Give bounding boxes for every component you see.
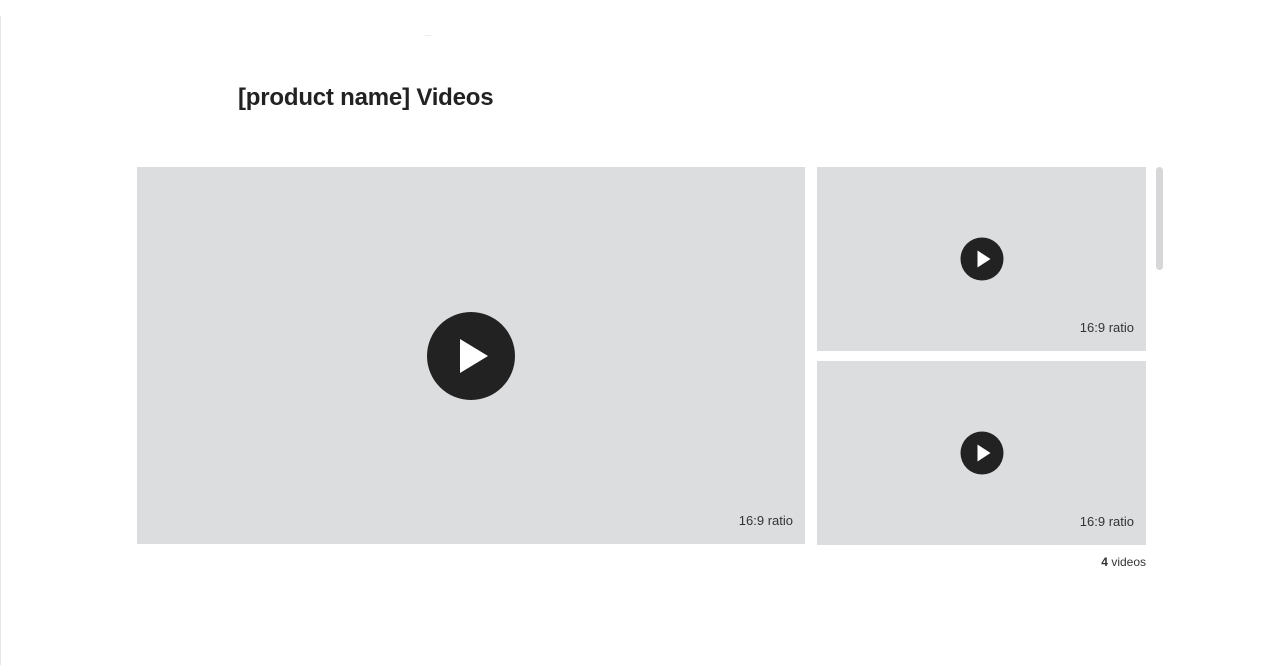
video-count: 4 videos	[1101, 555, 1146, 569]
main-video[interactable]: 16:9 ratio	[137, 167, 805, 544]
video-list-scrollbar[interactable]	[1155, 167, 1164, 545]
play-icon-glyph	[460, 338, 488, 373]
video-ratio-label: 16:9 ratio	[1079, 514, 1134, 529]
video-ratio-label: 16:9 ratio	[1079, 320, 1134, 335]
play-icon[interactable]	[427, 311, 515, 400]
scrollbar-thumb[interactable]	[1156, 167, 1163, 270]
play-icon-glyph	[977, 444, 990, 462]
video-count-suffix: videos	[1111, 555, 1146, 569]
page: [product name] Videos 16:9 ratio 16:9 ra…	[0, 0, 1278, 665]
top-divider	[425, 35, 431, 36]
play-icon[interactable]	[960, 431, 1003, 475]
video-count-number: 4	[1101, 555, 1108, 569]
section-title: [product name] Videos	[238, 84, 494, 111]
side-video-2[interactable]: 16:9 ratio	[817, 361, 1146, 545]
side-video-1[interactable]: 16:9 ratio	[817, 167, 1146, 351]
play-icon[interactable]	[960, 237, 1003, 281]
video-ratio-label: 16:9 ratio	[738, 513, 793, 528]
left-divider	[0, 16, 1, 665]
play-icon-glyph	[977, 250, 990, 268]
